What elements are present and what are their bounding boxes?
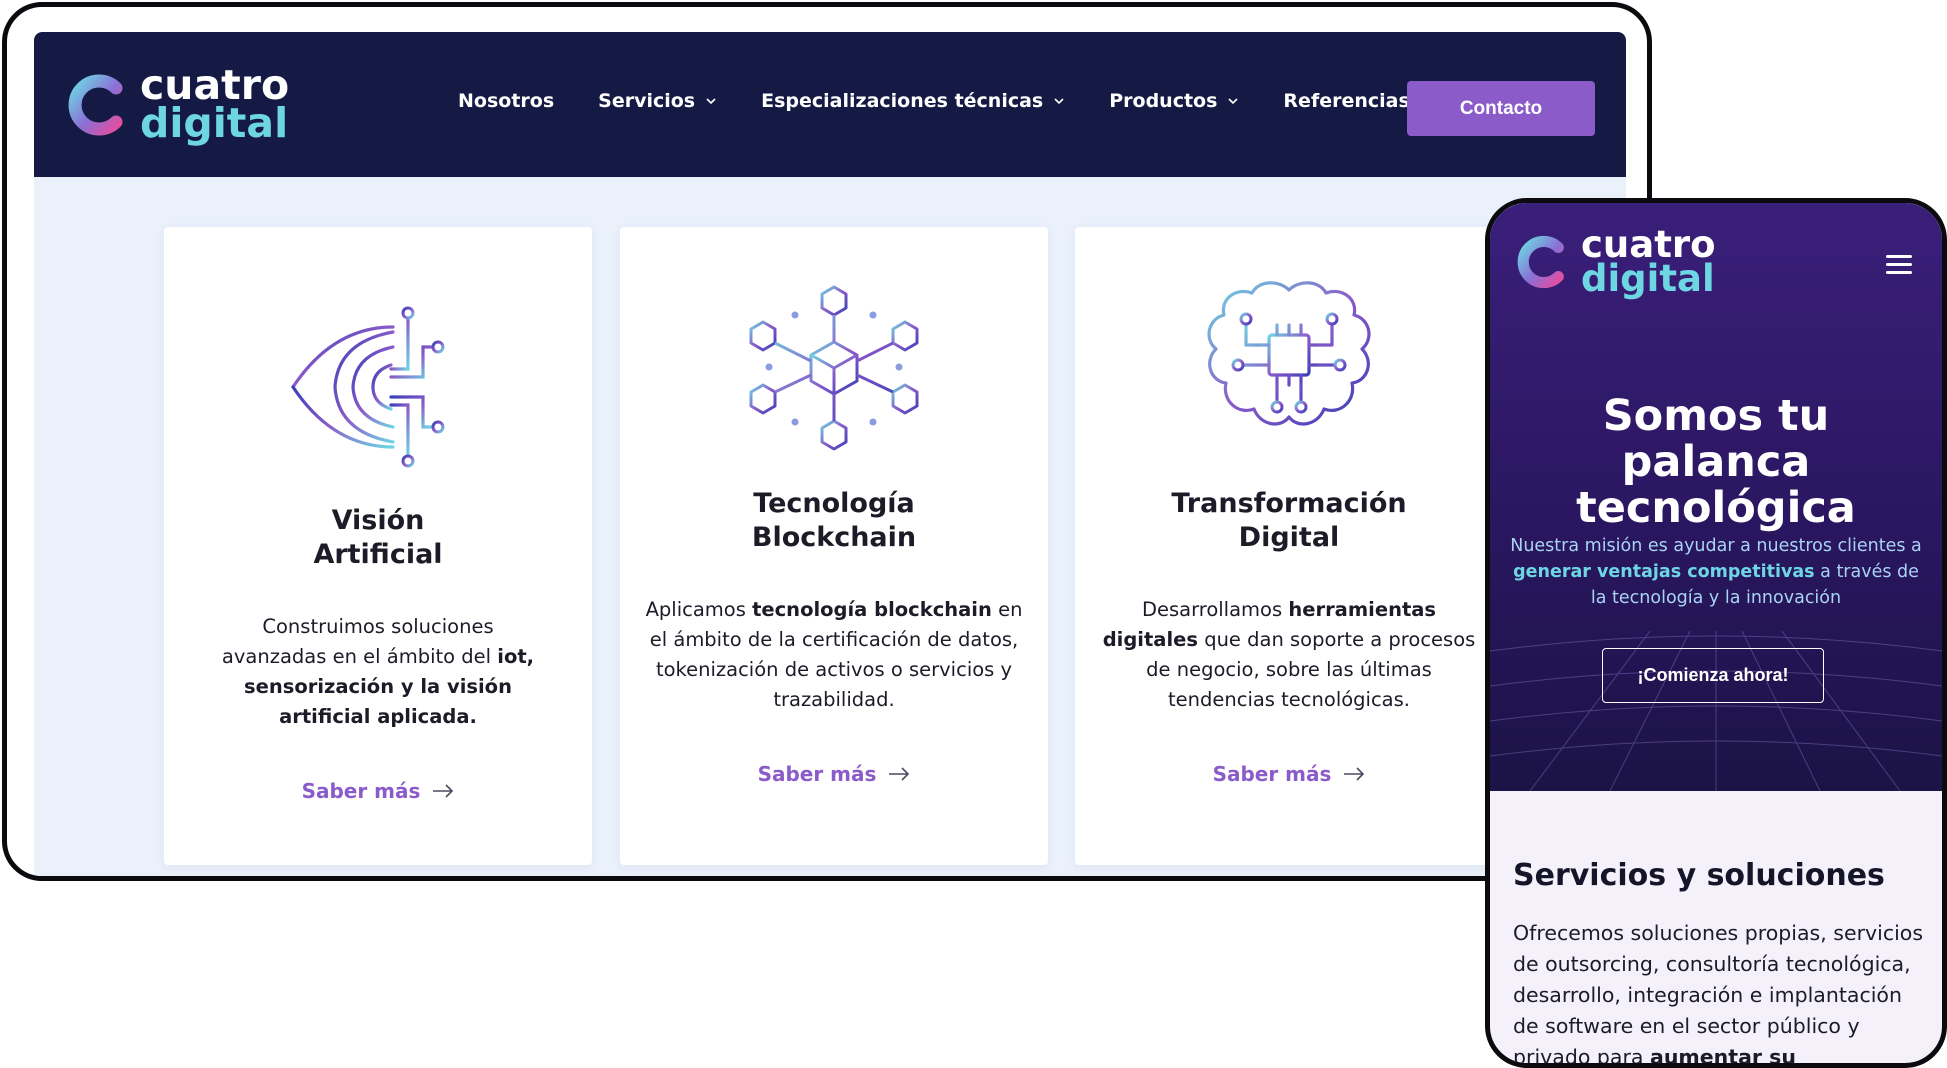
mobile-hero: cuatro digital Somos tu palanca tecnológ… [1490,203,1942,791]
arrow-right-icon [433,784,454,798]
hero-subtitle: Nuestra misión es ayudar a nuestros clie… [1510,536,1922,608]
main-nav: Nosotros Servicios Especializaciones téc… [458,90,1454,112]
nav-item-especializaciones[interactable]: Especializaciones técnicas [761,90,1065,112]
service-card-vision: Visión Artificial Construimos soluciones… [164,227,592,865]
logo-word-bottom: digital [140,98,289,147]
contact-button[interactable]: Contacto [1407,81,1595,136]
section-body: Ofrecemos soluciones propias, servicios … [1513,921,1924,1068]
arrow-right-icon [1344,767,1365,781]
logo-c-mark-icon [68,74,123,136]
section-title: Servicios y soluciones [1513,858,1885,893]
card-saber-mas-link[interactable]: Saber más [1075,762,1503,786]
card-title: Transformación Digital [1171,488,1407,553]
card-saber-mas-link[interactable]: Saber más [164,779,592,803]
eye-circuit-icon [291,306,460,468]
brain-chip-icon [1207,281,1371,426]
logo-word-bottom: digital [1581,257,1715,301]
service-card-transformacion: Transformación Digital Desarrollamos her… [1075,227,1503,865]
card-saber-mas-link[interactable]: Saber más [620,762,1048,786]
desktop-viewport: cuatro digital Nosotros Servicios Especi… [34,32,1626,876]
logo-c-mark-icon [1517,235,1564,289]
top-navbar: cuatro digital Nosotros Servicios Especi… [34,32,1626,177]
hero-title: Somos tu palanca tecnológica [1576,391,1856,533]
arrow-right-icon [889,767,910,781]
chevron-down-icon [1228,98,1238,105]
card-title: Tecnología Blockchain [751,488,917,553]
hamburger-menu-icon[interactable] [1886,255,1912,277]
nav-item-productos[interactable]: Productos [1109,90,1239,112]
card-description: Desarrollamos herramientas digitales que… [1102,598,1476,711]
nav-item-referencias[interactable]: Referencias [1283,90,1409,112]
card-description: Construimos soluciones avanzadas en el á… [221,615,535,728]
mobile-device-frame: cuatro digital Somos tu palanca tecnológ… [1485,198,1947,1068]
card-description: Aplicamos tecnología blockchain en el ám… [645,598,1023,711]
chevron-down-icon [706,98,716,105]
card-title: Visión Artificial [313,505,443,570]
chevron-down-icon [1054,98,1064,105]
comienza-ahora-button[interactable]: ¡Comienza ahora! [1602,648,1824,703]
brand-logo[interactable]: cuatro digital [66,65,289,147]
desktop-device-frame: cuatro digital Nosotros Servicios Especi… [2,2,1652,881]
blockchain-hexagon-icon [749,285,919,451]
service-card-blockchain: Tecnología Blockchain Aplicamos tecnolog… [620,227,1048,865]
mobile-brand-logo[interactable]: cuatro digital [1515,226,1716,301]
nav-item-servicios[interactable]: Servicios [598,90,717,112]
nav-item-nosotros[interactable]: Nosotros [458,90,554,112]
